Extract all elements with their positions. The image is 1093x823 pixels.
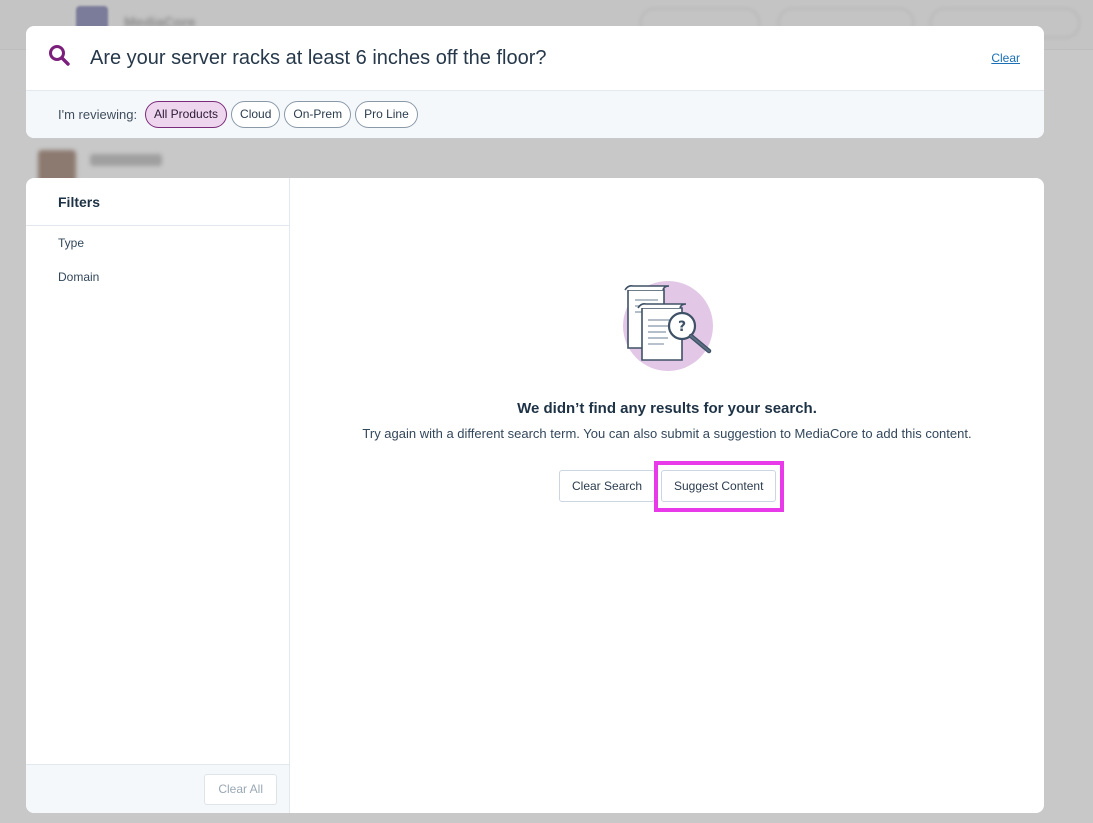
filters-footer: Clear All xyxy=(26,764,289,813)
divider xyxy=(26,225,289,226)
search-icon xyxy=(49,45,70,66)
search-bar: Are your server racks at least 6 inches … xyxy=(26,26,1044,91)
search-input[interactable]: Are your server racks at least 6 inches … xyxy=(90,47,547,70)
results-panel: Filters Type Domain Clear All ? We didn’… xyxy=(26,178,1044,813)
suggest-content-button[interactable]: Suggest Content xyxy=(661,470,777,502)
reviewing-label: I'm reviewing: xyxy=(58,107,138,122)
clear-all-button[interactable]: Clear All xyxy=(204,774,277,805)
clear-search-button[interactable]: Clear Search xyxy=(559,470,656,502)
svg-text:?: ? xyxy=(678,319,686,335)
chip-pro-line[interactable]: Pro Line xyxy=(355,101,418,128)
results-main: ? We didn’t find any results for your se… xyxy=(290,178,1044,813)
filters-sidebar: Filters Type Domain Clear All xyxy=(26,178,290,813)
chip-on-prem[interactable]: On-Prem xyxy=(284,101,352,128)
product-filter-bar: I'm reviewing: All Products Cloud On-Pre… xyxy=(26,91,1044,138)
empty-state-title: We didn’t find any results for your sear… xyxy=(517,400,817,417)
search-panel: Are your server racks at least 6 inches … xyxy=(26,26,1044,138)
filters-title: Filters xyxy=(58,194,101,210)
filter-domain[interactable]: Domain xyxy=(58,270,99,284)
document-search-icon: ? xyxy=(623,281,713,371)
background-name xyxy=(90,154,162,166)
chip-all-products[interactable]: All Products xyxy=(145,101,228,128)
chip-cloud[interactable]: Cloud xyxy=(231,101,281,128)
product-chips: All Products Cloud On-Prem Pro Line xyxy=(145,101,418,128)
clear-search-link[interactable]: Clear xyxy=(991,51,1020,65)
empty-state-description: Try again with a different search term. … xyxy=(362,426,972,441)
filter-type[interactable]: Type xyxy=(58,236,84,250)
